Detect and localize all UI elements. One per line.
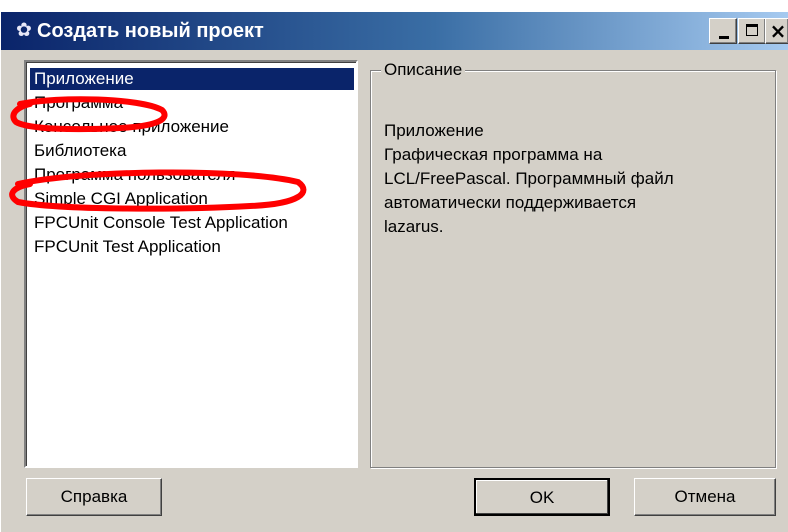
maximize-button[interactable] [738,18,766,44]
description-line: автоматически поддерживается [384,193,637,212]
help-button[interactable]: Справка [26,478,162,516]
minimize-button[interactable] [709,18,737,44]
cancel-button[interactable]: Отмена [634,478,776,516]
list-item-application[interactable]: Приложение [30,68,354,90]
list-item-program[interactable]: Программа [32,92,125,114]
list-item-fpcunit-console[interactable]: FPCUnit Console Test Application [32,212,290,234]
list-item-console-application[interactable]: Консольное приложение [32,116,231,138]
description-line: lazarus. [384,217,444,236]
list-item-library[interactable]: Библиотека [32,140,128,162]
window-title: Создать новый проект [37,20,264,42]
list-item-custom-program[interactable]: Программа пользователя [32,164,237,186]
description-group: Описание Приложение Графическая программ… [370,59,776,468]
close-icon: × [769,19,787,43]
list-item-simple-cgi[interactable]: Simple CGI Application [32,188,210,210]
close-button[interactable]: × [765,18,788,44]
minimize-icon [719,36,729,39]
description-legend: Описание [381,59,466,81]
description-line: Графическая программа на [384,145,603,164]
maximize-icon [746,24,758,36]
project-type-list[interactable]: Приложение Программа Консольное приложен… [24,60,358,468]
title-bar[interactable]: ✿ Создать новый проект × [1,12,788,50]
list-item-fpcunit-test[interactable]: FPCUnit Test Application [32,236,223,258]
lazarus-app-icon: ✿ [16,19,32,41]
description-line: LCL/FreePascal. Программный файл [384,169,674,188]
description-line: Приложение [384,121,484,140]
ok-button[interactable]: OK [474,478,610,516]
